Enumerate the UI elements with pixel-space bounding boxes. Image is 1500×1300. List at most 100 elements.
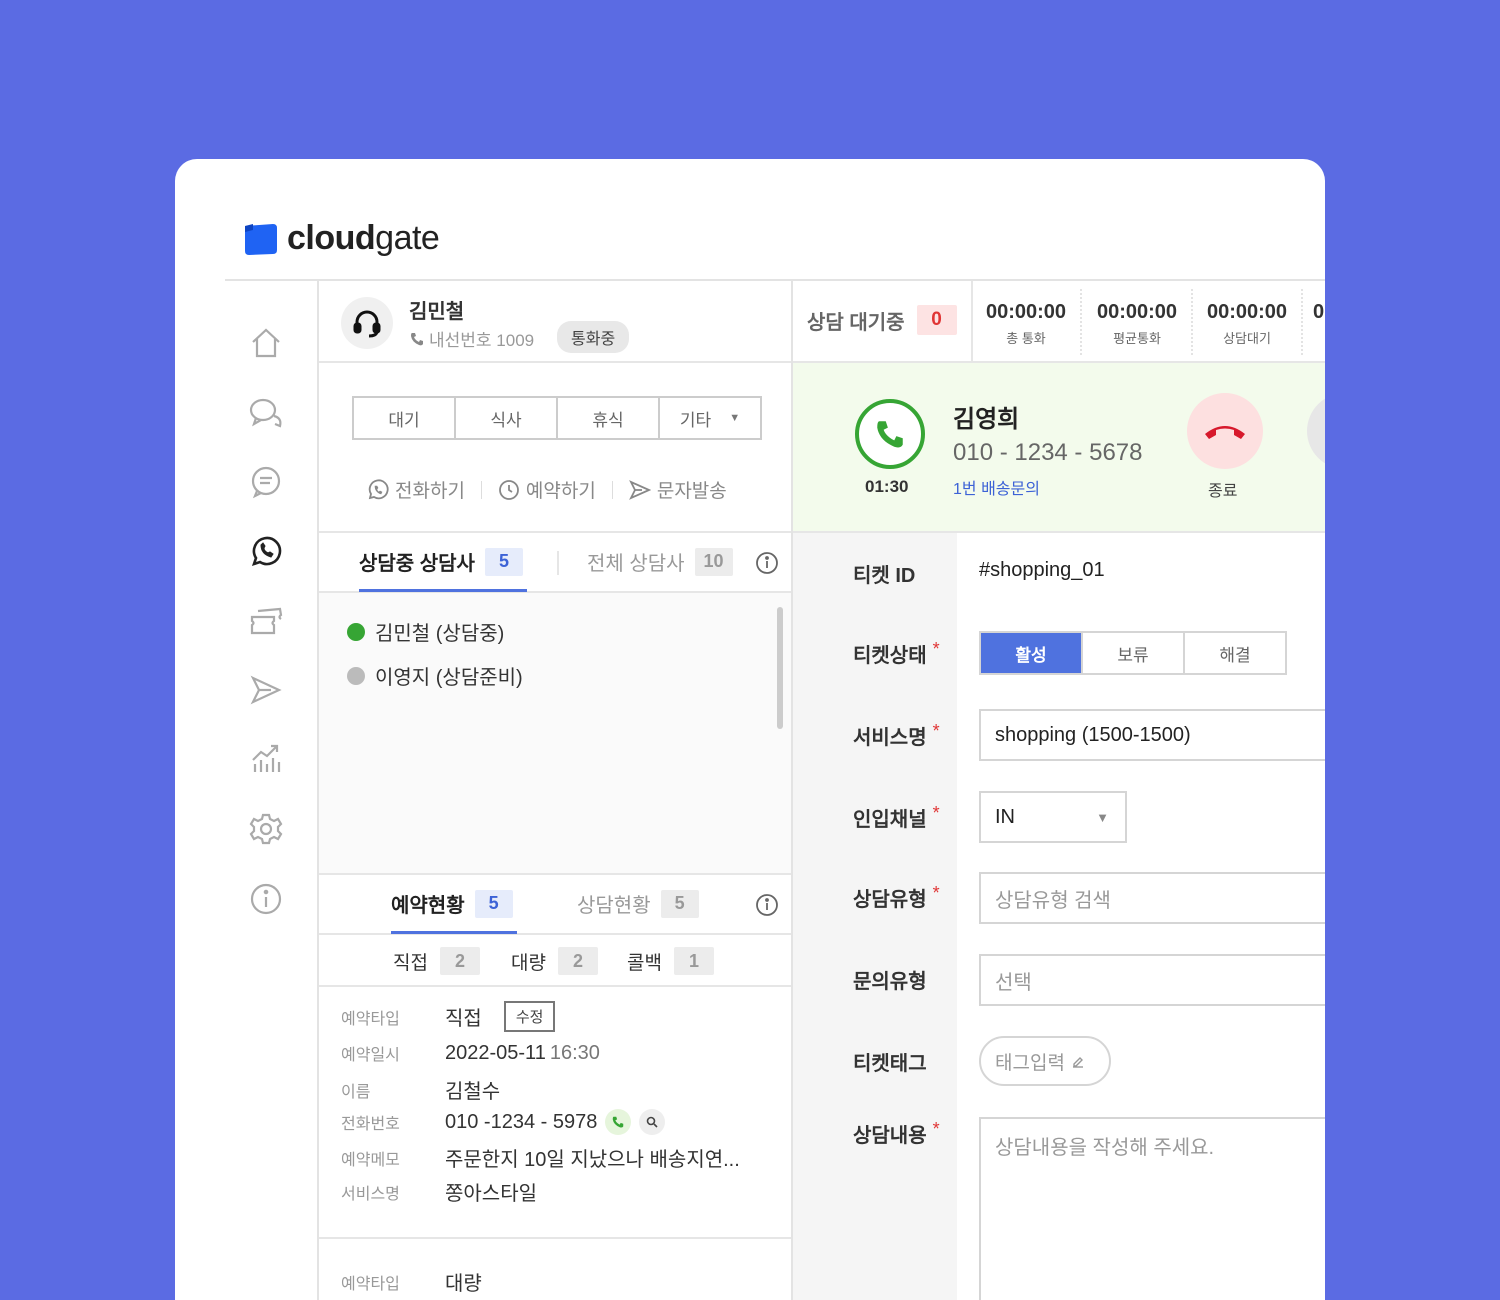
phone-icon (855, 399, 925, 469)
caller-name: 김영희 (953, 406, 1020, 433)
waiting-count-badge: 0 (916, 305, 957, 335)
ticket-icon[interactable] (248, 603, 284, 639)
phone-call-icon[interactable] (248, 533, 284, 569)
reserve-action[interactable]: 예약하기 (498, 476, 596, 503)
hang-up-label: 종료 (1208, 483, 1238, 500)
caret-down-icon: ▼ (729, 412, 741, 424)
reservation-datetime-row: 예약일시 2022-05-11 16:30 (341, 1041, 600, 1065)
agent-status-badge: 통화중 (557, 321, 630, 353)
inquiry-type-label: 문의유형 (853, 971, 927, 993)
logo: cloudgate (243, 219, 440, 258)
ticket-status-toggle: 활성 보류 해결 (979, 631, 1287, 675)
hang-up-button[interactable] (1187, 393, 1263, 469)
agent-list: 김민철 (상담중) 이영지 (상담준비) (319, 593, 791, 873)
agent-header: 김민철 내선번호 1009 통화중 (319, 281, 791, 363)
agent-panel: 김민철 내선번호 1009 통화중 대기 식사 휴식 기타 ▼ 전화하기 예약하기 (319, 281, 793, 1300)
tab-reservations[interactable]: 예약현황 5 (391, 889, 513, 918)
active-call-card: 01:30 김영희 010 - 1234 - 5678 1번 배송문의 종료 (793, 363, 1325, 533)
status-button-meal[interactable]: 식사 (456, 398, 558, 438)
reservation-type-row: 예약타입 대량 (341, 1273, 482, 1295)
reservation-tabs: 예약현황 5 상담현황 5 (319, 873, 791, 935)
phone-circle-icon (368, 478, 389, 499)
clock-icon (499, 479, 519, 500)
info-icon[interactable] (755, 551, 779, 575)
send-icon[interactable] (248, 672, 284, 708)
active-tab-indicator (359, 589, 527, 592)
inquiry-type-select[interactable]: 선택 (979, 954, 1325, 1006)
divider (557, 551, 559, 575)
statistics-icon[interactable] (248, 741, 284, 777)
reservation-service-row: 서비스명 쫑아스타일 (341, 1183, 537, 1205)
subtab-callback[interactable]: 콜백 1 (627, 947, 714, 975)
divider (480, 480, 482, 499)
action-bar: 전화하기 예약하기 문자발송 (367, 476, 727, 503)
status-button-break[interactable]: 휴식 (558, 398, 660, 438)
scrollbar[interactable] (777, 607, 783, 729)
status-dot (347, 666, 365, 685)
channel-select[interactable]: IN ▼ (979, 791, 1127, 843)
consult-type-label: 상담유형 * (853, 883, 940, 911)
sms-action[interactable]: 문자발송 (628, 476, 727, 503)
status-button-other[interactable]: 기타 ▼ (660, 398, 760, 438)
stat-total-call: 00:00:00 총 통화 (985, 301, 1067, 346)
reservation-type-row: 예약타입 직접 수정 (341, 1001, 556, 1032)
sidebar (225, 281, 319, 1300)
list-item[interactable]: 이영지 (상담준비) (347, 661, 523, 690)
reservation-phone-row: 전화번호 010 -1234 - 5978 (341, 1109, 666, 1135)
count-badge: 10 (694, 547, 733, 576)
edit-button[interactable]: 수정 (503, 1001, 556, 1032)
tab-all-agents[interactable]: 전체 상담사 10 (587, 547, 733, 576)
hang-up-icon (1205, 426, 1245, 439)
status-option-active[interactable]: 활성 (981, 633, 1083, 673)
waiting-status: 상담 대기중 0 (807, 305, 957, 335)
list-item[interactable]: 김민철 (상담중) (347, 617, 504, 646)
info-icon[interactable] (248, 881, 284, 917)
count-badge: 1 (673, 947, 714, 975)
divider (319, 1237, 791, 1239)
service-name-label: 서비스명 * (853, 721, 940, 749)
consult-type-search[interactable]: 상담유형 검색 (979, 872, 1325, 924)
tag-input[interactable]: 태그입력 (979, 1036, 1111, 1086)
stat-waiting-time: 00:00:00 상담대기 (1206, 301, 1288, 346)
caller-phone: 010 - 1234 - 5678 (953, 439, 1143, 466)
count-badge: 2 (557, 947, 598, 975)
status-option-hold[interactable]: 보류 (1083, 633, 1185, 673)
status-option-resolved[interactable]: 해결 (1185, 633, 1285, 673)
secondary-call-button[interactable] (1307, 393, 1325, 469)
status-button-standby[interactable]: 대기 (354, 398, 456, 438)
service-name-field[interactable]: shopping (1500-1500) (979, 709, 1325, 761)
brand-name: cloudgate (287, 219, 440, 257)
subtab-bulk[interactable]: 대량 2 (511, 947, 598, 975)
count-badge: 2 (439, 947, 480, 975)
agent-name: 김민철 (409, 301, 465, 323)
chat-bubbles-icon[interactable] (248, 395, 284, 431)
active-tab-indicator (391, 931, 517, 934)
info-icon[interactable] (755, 893, 779, 917)
status-button-group: 대기 식사 휴식 기타 ▼ (352, 396, 762, 440)
tab-active-agents[interactable]: 상담중 상담사 5 (359, 547, 523, 576)
message-icon[interactable] (248, 464, 284, 500)
call-phone-icon[interactable] (605, 1109, 632, 1135)
search-icon[interactable] (639, 1109, 666, 1135)
call-action[interactable]: 전화하기 (367, 476, 465, 503)
home-icon[interactable] (248, 325, 284, 361)
gear-icon[interactable] (248, 811, 284, 847)
tab-consultations[interactable]: 상담현황 5 (577, 889, 699, 918)
call-timer: 01:30 (865, 477, 909, 496)
caller-inquiry-link[interactable]: 1번 배송문의 (953, 475, 1040, 499)
phone-icon (411, 332, 423, 345)
reservation-memo-row: 예약메모 주문한지 10일 지났으나 배송지연... (341, 1149, 740, 1171)
stat-extra: 0 (1313, 301, 1325, 323)
count-badge: 5 (484, 547, 523, 576)
cloudgate-logo-icon (245, 223, 277, 255)
content-textarea[interactable]: 상담내용을 작성해 주세요. (979, 1117, 1325, 1300)
reservation-name-row: 이름 김철수 (341, 1081, 501, 1103)
divider (611, 480, 613, 499)
subtab-direct[interactable]: 직접 2 (393, 947, 480, 975)
agent-extension: 내선번호 1009 (409, 326, 534, 351)
stat-bar: 상담 대기중 0 00:00:00 총 통화 00:00:00 평균통화 00:… (793, 281, 1325, 363)
caret-down-icon: ▼ (1096, 809, 1109, 825)
divider (1301, 289, 1303, 355)
app-window: cloudgate 김민철 내선번호 1009 통화중 대기 식사 휴식 기타 … (175, 159, 1325, 1300)
agent-tabs: 상담중 상담사 5 전체 상담사 10 (319, 531, 791, 593)
